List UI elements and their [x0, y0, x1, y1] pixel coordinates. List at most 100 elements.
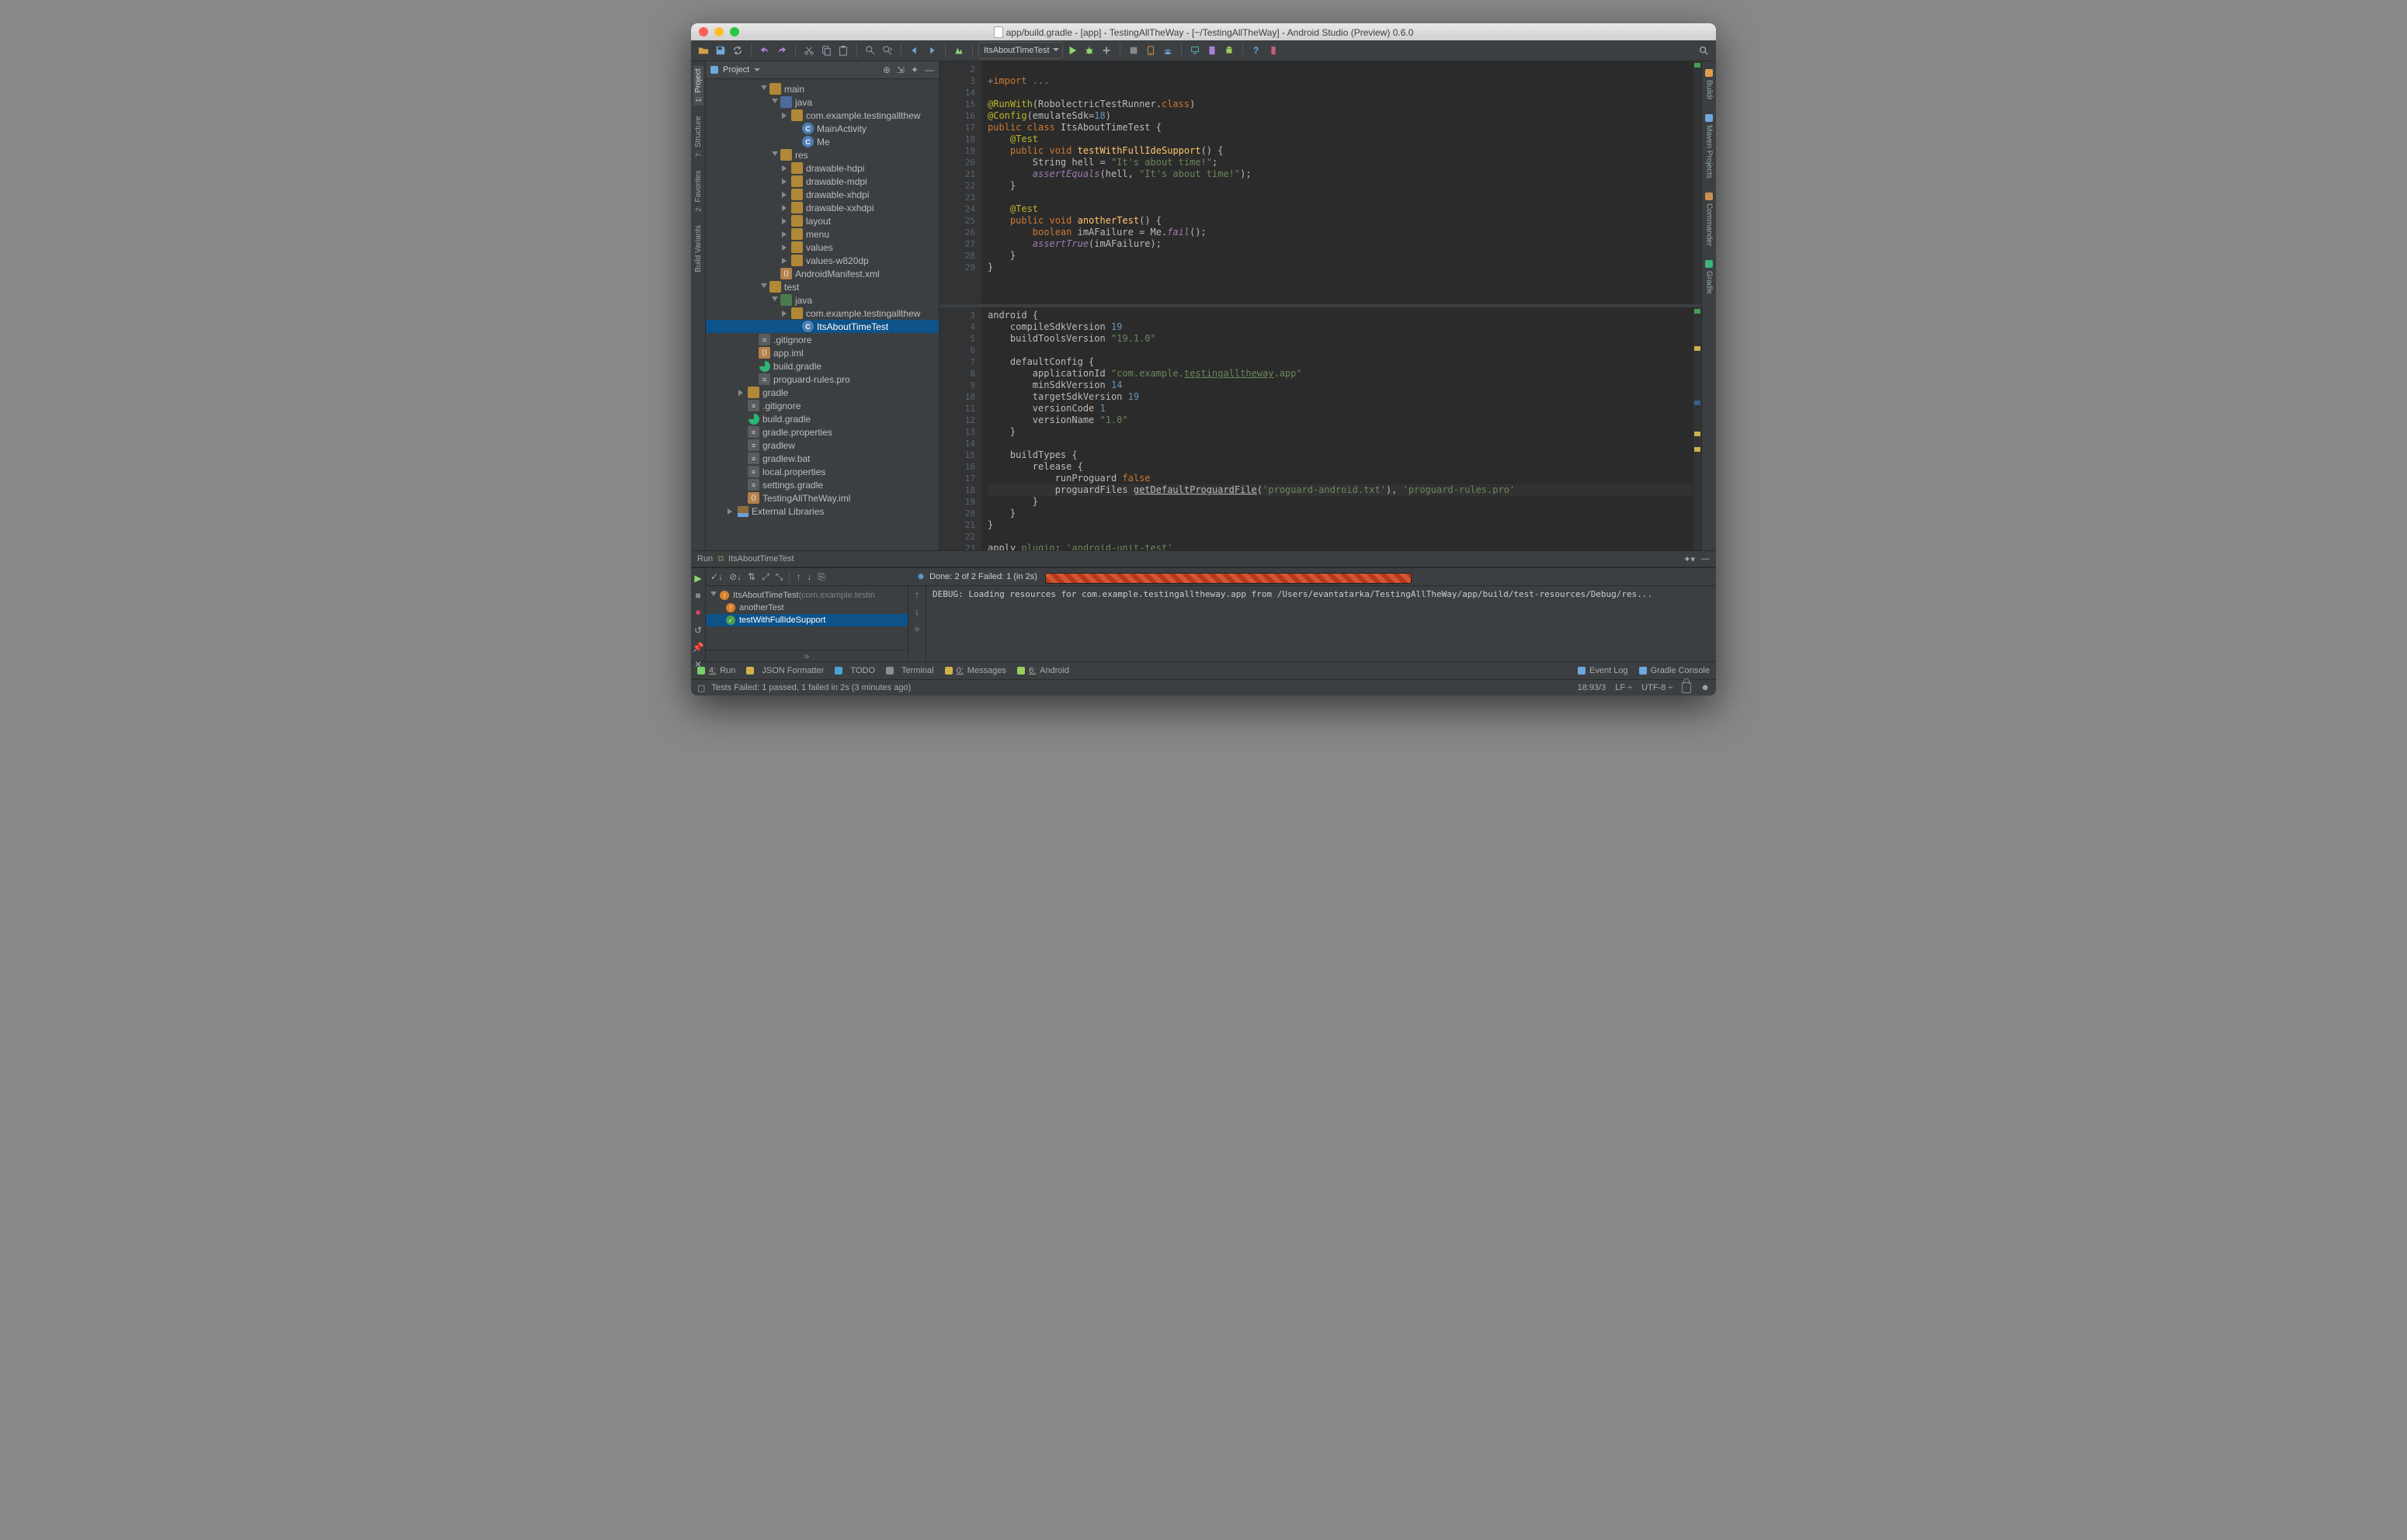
project-tree[interactable]: mainjavacom.example.testingallthewCMainA… — [706, 79, 939, 550]
left-tab-favorites[interactable]: 2: Favorites — [693, 168, 703, 215]
gear-icon[interactable]: ✹ — [917, 571, 925, 582]
editor-top[interactable]: 2314151617181920212223242526272829 ​+imp… — [940, 61, 1701, 304]
expand-all-icon[interactable]: ⤢ — [762, 571, 769, 583]
cut-icon[interactable] — [801, 43, 817, 58]
run-settings-icon[interactable]: ✦▾ — [1683, 554, 1695, 564]
tree-node[interactable]: ≡.gitignore — [706, 333, 939, 346]
tool-windows-toggle-icon[interactable]: ▢ — [697, 683, 705, 693]
bottom-tab-run[interactable]: 4: Run — [697, 666, 735, 675]
tree-node[interactable]: res — [706, 148, 939, 161]
bottom-tab-android[interactable]: 6: Android — [1017, 666, 1069, 675]
tree-node[interactable]: drawable-hdpi — [706, 161, 939, 175]
undo-icon[interactable] — [757, 43, 773, 58]
find-icon[interactable] — [863, 43, 878, 58]
nav-forward-icon[interactable] — [924, 43, 940, 58]
tree-node[interactable]: ≡settings.gradle — [706, 478, 939, 491]
test-tree-expand-icon[interactable]: » — [706, 650, 908, 661]
tree-node[interactable]: build.gradle — [706, 359, 939, 373]
left-tab-structure[interactable]: 7: Structure — [693, 113, 703, 160]
test-root[interactable]: !ItsAboutTimeTest (com.example.testin — [706, 589, 908, 602]
minimize-window-button[interactable] — [714, 27, 724, 36]
debug-icon[interactable] — [1082, 43, 1097, 58]
help-icon[interactable]: ? — [1249, 43, 1264, 58]
sort-icon[interactable]: ⇅ — [748, 571, 755, 582]
scroll-from-source-icon[interactable]: ⊕ — [883, 64, 891, 75]
memory-monitor-icon[interactable] — [1204, 43, 1220, 58]
line-separator[interactable]: LF ÷ — [1615, 683, 1632, 692]
file-encoding[interactable]: UTF-8 ÷ — [1641, 683, 1672, 692]
hector-icon[interactable]: ☻ — [1700, 683, 1710, 692]
test-tree[interactable]: !ItsAboutTimeTest (com.example.testin!an… — [706, 586, 908, 650]
redo-icon[interactable] — [774, 43, 790, 58]
bottom-tab-todo[interactable]: TODO — [835, 666, 875, 675]
export-icon[interactable]: ⎘ — [818, 571, 825, 583]
collapse-all-icon[interactable]: ⇲ — [897, 64, 905, 75]
sdk-manager-icon[interactable] — [1160, 43, 1176, 58]
tree-node[interactable]: ≡proguard-rules.pro — [706, 373, 939, 386]
project-view-combo[interactable]: Project — [723, 65, 760, 75]
open-file-icon[interactable] — [696, 43, 711, 58]
tree-node[interactable]: values-w820dp — [706, 254, 939, 267]
test-console[interactable]: DEBUG: Loading resources for com.example… — [926, 586, 1716, 661]
bottom-tab-messages[interactable]: 0: Messages — [945, 666, 1006, 675]
tree-node[interactable]: ≡gradlew — [706, 439, 939, 452]
tree-node[interactable]: CItsAboutTimeTest — [706, 320, 939, 333]
bottom-tab-event-log[interactable]: Event Log — [1578, 666, 1628, 675]
collapse-all-icon[interactable]: ⤡ — [776, 571, 783, 583]
tree-node[interactable]: build.gradle — [706, 412, 939, 425]
tree-node[interactable]: ⟨⟩TestingAllTheWay.iml — [706, 491, 939, 505]
tree-node[interactable]: com.example.testingallthew — [706, 109, 939, 122]
tree-node[interactable]: gradle — [706, 386, 939, 399]
tree-node[interactable]: ⟨⟩app.iml — [706, 346, 939, 359]
ddms-icon[interactable] — [1187, 43, 1203, 58]
genymotion-icon[interactable] — [1266, 43, 1281, 58]
prev-failed-icon[interactable]: ↑ — [796, 571, 801, 582]
attach-debugger-icon[interactable] — [1099, 43, 1114, 58]
replace-icon[interactable] — [880, 43, 895, 58]
zoom-window-button[interactable] — [730, 27, 739, 36]
pin-icon[interactable]: 📌 — [693, 642, 704, 653]
run-config-name[interactable]: ItsAboutTimeTest — [728, 554, 794, 564]
tree-node[interactable]: drawable-mdpi — [706, 175, 939, 188]
close-window-button[interactable] — [699, 27, 708, 36]
tree-node[interactable]: CMainActivity — [706, 122, 939, 135]
readonly-lock-icon[interactable] — [1682, 682, 1691, 693]
tree-node[interactable]: External Libraries — [706, 505, 939, 518]
rerun-icon[interactable]: ▶ — [694, 573, 701, 584]
run-hide-icon[interactable]: — — [1701, 554, 1710, 564]
tree-node[interactable]: java — [706, 95, 939, 109]
show-passed-icon[interactable]: ✓↓ — [710, 571, 723, 582]
tree-node[interactable]: ≡local.properties — [706, 465, 939, 478]
tree-node[interactable]: layout — [706, 214, 939, 227]
nav-back-icon[interactable] — [907, 43, 922, 58]
settings-icon[interactable]: ✦ — [911, 64, 919, 75]
bottom-tab-json-formatter[interactable]: JSON Formatter — [746, 666, 824, 675]
tree-node[interactable]: com.example.testingallthew — [706, 307, 939, 320]
bottom-tab-gradle-console[interactable]: Gradle Console — [1639, 666, 1710, 675]
tree-node[interactable]: java — [706, 293, 939, 307]
stop-run-icon[interactable]: ■ — [695, 590, 700, 601]
test-row[interactable]: ✓testWithFullIdeSupport — [706, 614, 908, 626]
tree-node[interactable]: values — [706, 241, 939, 254]
tree-node[interactable]: CMe — [706, 135, 939, 148]
tree-node[interactable]: ⟨⟩AndroidManifest.xml — [706, 267, 939, 280]
right-tab-maven-projects[interactable]: Maven Projects — [1704, 111, 1714, 182]
tree-node[interactable]: ≡.gitignore — [706, 399, 939, 412]
hide-panel-icon[interactable]: — — [925, 64, 934, 75]
left-tab-project[interactable]: 1: Project — [693, 66, 703, 106]
right-tab-buildr[interactable]: Buildr — [1704, 66, 1714, 103]
run-config-dropdown[interactable]: ItsAboutTimeTest — [978, 42, 1063, 59]
avd-manager-icon[interactable] — [1143, 43, 1158, 58]
tree-node[interactable]: ≡gradlew.bat — [706, 452, 939, 465]
stop-icon[interactable] — [1126, 43, 1141, 58]
bottom-tab-terminal[interactable]: Terminal — [886, 666, 934, 675]
editor-bottom[interactable]: 3456789101112131415161718192021222324252… — [940, 304, 1701, 550]
tree-node[interactable]: ≡gradle.properties — [706, 425, 939, 439]
scroll-down-icon[interactable]: ↓ — [915, 606, 919, 617]
run-icon[interactable] — [1065, 43, 1080, 58]
next-failed-icon[interactable]: ↓ — [807, 571, 811, 582]
show-failed-icon[interactable]: ⊘↓ — [729, 571, 742, 582]
sync-icon[interactable] — [730, 43, 745, 58]
tree-node[interactable]: menu — [706, 227, 939, 241]
tree-node[interactable]: drawable-xxhdpi — [706, 201, 939, 214]
